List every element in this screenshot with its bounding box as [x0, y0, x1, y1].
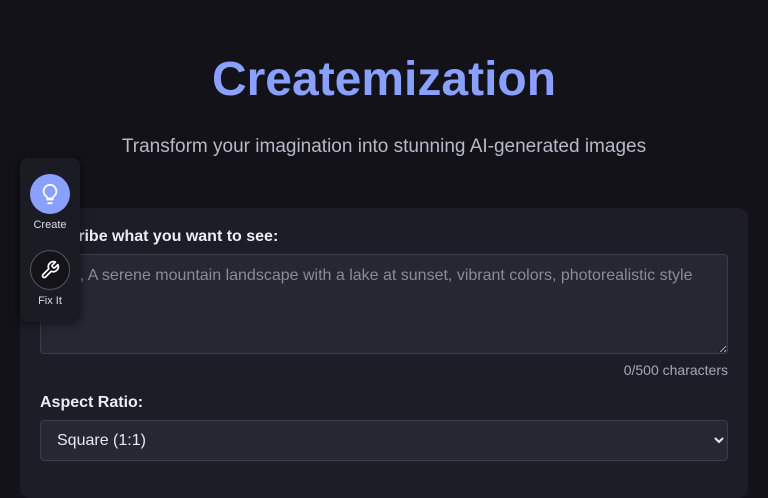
aspect-ratio-select[interactable]: Square (1:1) — [40, 420, 728, 461]
tool-dock: Create Fix It — [20, 158, 80, 322]
create-tool-circle[interactable] — [30, 174, 70, 214]
aspect-ratio-label: Aspect Ratio: — [40, 394, 144, 411]
fix-it-tool-circle[interactable] — [30, 250, 70, 290]
app-subtitle: Transform your imagination into stunning… — [121, 136, 647, 157]
char-counter: 0/500 characters — [623, 362, 728, 378]
app-title: Createmization — [211, 53, 557, 106]
fix-it-tool-label: Fix It — [38, 295, 62, 307]
create-tool-button[interactable]: Create — [20, 174, 80, 231]
wrench-icon — [41, 260, 60, 279]
prompt-textarea[interactable] — [40, 254, 728, 354]
create-tool-label: Create — [33, 219, 67, 231]
lightbulb-icon — [42, 183, 58, 205]
fix-it-tool-button[interactable]: Fix It — [20, 250, 80, 307]
